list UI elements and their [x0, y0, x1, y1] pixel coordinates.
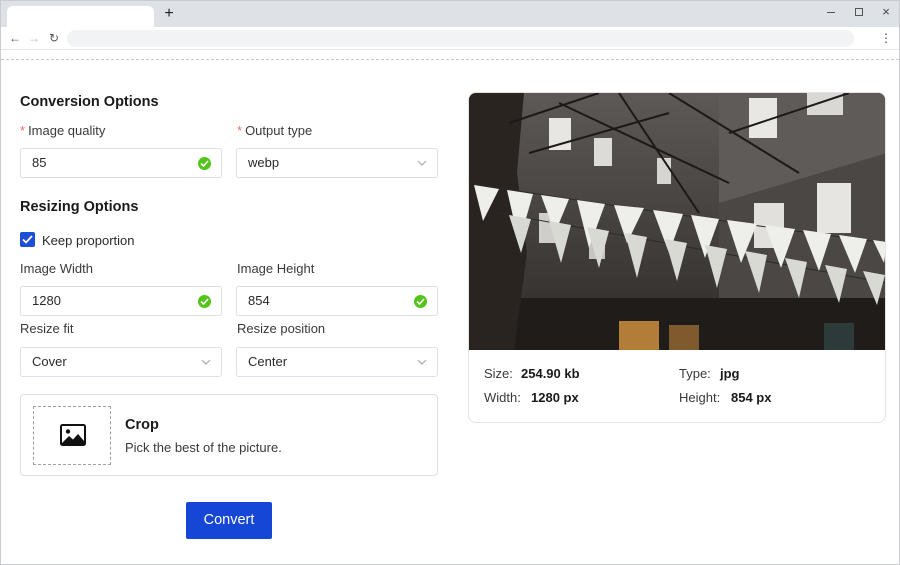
output-type-select[interactable]: webp	[236, 148, 438, 178]
valid-check-icon	[414, 295, 427, 308]
resize-position-select[interactable]: Center	[236, 347, 438, 377]
required-asterisk: *	[237, 123, 243, 138]
size-key: Size:	[484, 366, 513, 381]
browser-tab[interactable]	[7, 6, 154, 27]
image-width-label: Image Width	[20, 261, 93, 276]
valid-check-icon	[198, 157, 211, 170]
size-value: 254.90 kb	[521, 366, 580, 381]
resize-position-label: Resize position	[237, 321, 326, 336]
close-button[interactable]: ×	[878, 4, 894, 20]
keep-proportion-label[interactable]: Keep proportion	[42, 233, 135, 248]
keep-proportion-checkbox[interactable]	[20, 232, 35, 247]
convert-button[interactable]: Convert	[186, 502, 272, 539]
height-key: Height:	[679, 390, 721, 405]
valid-check-icon	[198, 295, 211, 308]
image-preview-card: Size: 254.90 kb Type: jpg Width: 1280 px…	[468, 92, 886, 423]
image-height-input[interactable]: 854	[236, 286, 438, 316]
address-bar[interactable]	[67, 30, 854, 47]
new-tab-button[interactable]: +	[161, 5, 177, 23]
checkmark-icon	[22, 235, 33, 244]
maximize-icon	[855, 8, 863, 16]
back-button[interactable]: ←	[8, 30, 22, 46]
resize-fit-select[interactable]: Cover	[20, 347, 222, 377]
chevron-down-icon	[417, 160, 427, 166]
browser-toolbar: ← → ↻ ⋮	[1, 27, 899, 50]
output-type-label: * Output type	[237, 123, 313, 138]
browser-window: + × ← → ↻ ⋮ Conversion Options * Image qu…	[0, 0, 900, 565]
resizing-options-title: Resizing Options	[20, 199, 139, 215]
minimize-icon	[827, 12, 835, 13]
image-width-input[interactable]: 1280	[20, 286, 222, 316]
crop-title: Crop	[125, 417, 159, 433]
crop-image-dropzone[interactable]	[33, 406, 111, 465]
image-height-label: Image Height	[237, 261, 315, 276]
maximize-button[interactable]	[851, 4, 867, 20]
image-quality-label: * Image quality	[20, 123, 106, 138]
forward-button[interactable]: →	[27, 30, 41, 46]
reload-button[interactable]: ↻	[47, 30, 61, 46]
crop-card[interactable]: Crop Pick the best of the picture.	[20, 394, 438, 476]
preview-photo	[469, 93, 885, 350]
chevron-down-icon	[201, 359, 211, 365]
image-icon	[60, 424, 86, 446]
type-value: jpg	[720, 366, 740, 381]
height-value: 854 px	[731, 390, 772, 405]
type-key: Type:	[679, 366, 711, 381]
minimize-button[interactable]	[823, 4, 839, 20]
chevron-down-icon	[417, 359, 427, 365]
crop-description: Pick the best of the picture.	[125, 440, 282, 455]
width-value: 1280 px	[531, 390, 579, 405]
conversion-options-title: Conversion Options	[20, 94, 159, 110]
width-key: Width:	[484, 390, 521, 405]
tab-strip: + ×	[1, 1, 899, 27]
browser-menu-button[interactable]: ⋮	[880, 30, 892, 46]
dashed-divider	[1, 59, 899, 60]
required-asterisk: *	[20, 123, 26, 138]
image-quality-input[interactable]: 85	[20, 148, 222, 178]
resize-fit-label: Resize fit	[20, 321, 74, 336]
